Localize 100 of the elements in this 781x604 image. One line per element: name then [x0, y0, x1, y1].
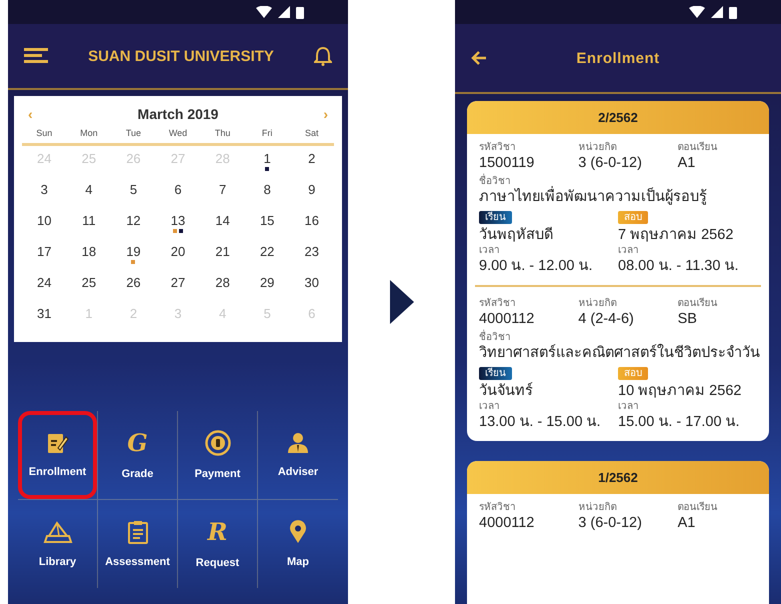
menu-label: Assessment: [105, 556, 170, 568]
calendar-day[interactable]: 23: [304, 243, 319, 260]
clipboard-icon: [128, 520, 148, 544]
calendar-day[interactable]: 21: [215, 243, 230, 260]
field-label: รหัสวิชา: [479, 501, 516, 514]
month-title: Martch 2019: [138, 106, 218, 122]
calendar-day[interactable]: 3: [40, 181, 48, 198]
calendar-day[interactable]: 6: [174, 181, 182, 198]
calendar-day[interactable]: 29: [260, 274, 274, 291]
right-arrow-icon: [390, 280, 414, 324]
calendar-day[interactable]: 28: [215, 274, 230, 291]
field-label: เวลา: [479, 400, 500, 413]
field-value: SB: [678, 310, 697, 328]
letter-icon: R: [208, 519, 228, 545]
calendar-day[interactable]: 7: [218, 181, 226, 198]
menu-label: Grade: [122, 468, 154, 480]
calendar-day[interactable]: 19: [126, 243, 141, 260]
calendar-day[interactable]: 2: [308, 150, 316, 167]
menu-item[interactable]: Adviser: [258, 411, 338, 500]
signal-icon: [278, 6, 290, 18]
field-label: ชื่อวิชา: [479, 331, 511, 344]
calendar-day[interactable]: 4: [85, 181, 92, 198]
calendar-day[interactable]: 31: [37, 305, 52, 322]
weekday-label: Sun: [35, 128, 54, 138]
field-value: 9.00 น. - 12.00 น.: [479, 257, 593, 275]
weekday-label: Fri: [260, 128, 274, 138]
back-arrow-icon: [471, 51, 487, 65]
field-value: 08.00 น. - 11.30 น.: [618, 257, 738, 275]
calendar-day[interactable]: 9: [308, 181, 316, 198]
weekday-label: Sat: [304, 128, 320, 138]
notification-bell-icon: [314, 46, 332, 66]
calendar-day[interactable]: 5: [130, 181, 138, 198]
calendar-day[interactable]: 25: [82, 274, 96, 291]
calendar-day[interactable]: 26: [126, 274, 141, 291]
calendar-day[interactable]: 18: [82, 243, 96, 260]
field-label: เวลา: [479, 244, 500, 257]
battery-icon: [729, 6, 737, 18]
field-label: ตอนเรียน: [678, 501, 718, 514]
term-header: 1/2562: [467, 461, 769, 494]
field-value: 4000112: [479, 310, 534, 328]
field-label: ตอนเรียน: [678, 141, 718, 154]
class-badge: เรียน: [479, 367, 512, 380]
field-value: วันพฤหัสบดี: [479, 226, 553, 244]
field-value: 10 พฤษภาคม 2562: [618, 382, 742, 400]
coin-icon: [204, 430, 230, 456]
menu-item[interactable]: Map: [258, 500, 338, 588]
battery-icon: [296, 6, 304, 18]
calendar-day[interactable]: 17: [37, 243, 52, 260]
calendar-day[interactable]: 13: [170, 212, 186, 229]
calendar-day[interactable]: 24: [37, 274, 52, 291]
letter-icon: G: [127, 430, 148, 456]
calendar-day[interactable]: 16: [304, 212, 319, 229]
field-value: 3 (6-0-12): [578, 154, 642, 172]
field-value: 4000112: [479, 514, 534, 532]
menu-label: Map: [287, 556, 309, 568]
field-label: หน่วยกิต: [578, 141, 616, 154]
screen-title: Enrollment: [576, 50, 660, 66]
field-label: ชื่อวิชา: [479, 175, 511, 188]
document-pencil-icon: [46, 432, 68, 454]
calendar-day[interactable]: 20: [170, 243, 186, 260]
menu-label: Request: [196, 557, 240, 569]
calendar-day[interactable]: 15: [260, 212, 274, 229]
calendar-day[interactable]: 27: [170, 274, 186, 291]
term-header: 2/2562: [467, 101, 769, 134]
field-value: 1500119: [479, 154, 534, 172]
field-value: 13.00 น. - 15.00 น.: [479, 413, 601, 431]
wifi-icon: [256, 6, 272, 18]
menu-item[interactable]: Library: [18, 500, 98, 588]
menu-item[interactable]: Assessment: [98, 500, 178, 588]
calendar-day[interactable]: 14: [215, 212, 230, 229]
field-value: ภาษาไทยเพื่อพัฒนาความเป็นผู้รอบรู้: [479, 188, 707, 206]
field-value: 4 (2-4-6): [578, 310, 634, 328]
calendar-day[interactable]: 10: [37, 212, 52, 229]
field-value: 7 พฤษภาคม 2562: [618, 226, 734, 244]
field-label: หน่วยกิต: [578, 297, 616, 310]
field-label: หน่วยกิต: [578, 501, 616, 514]
menu-item[interactable]: Payment: [178, 411, 258, 500]
calendar-day[interactable]: 1: [264, 150, 271, 167]
calendar-day[interactable]: 30: [304, 274, 319, 291]
signal-icon: [711, 6, 723, 18]
field-value: A1: [678, 514, 696, 532]
field-value: 15.00 น. - 17.00 น.: [618, 413, 740, 431]
menu-label: Payment: [194, 468, 240, 480]
calendar-day[interactable]: 8: [264, 181, 271, 198]
location-pin-icon: [289, 520, 307, 544]
field-label: เวลา: [618, 244, 639, 257]
calendar-day[interactable]: 22: [260, 243, 274, 260]
field-label: เวลา: [618, 400, 639, 413]
field-value: 3 (6-0-12): [578, 514, 642, 532]
calendar-day[interactable]: 11: [82, 212, 96, 229]
menu-item[interactable]: G Grade: [98, 411, 178, 500]
menu-item[interactable]: R Request: [178, 500, 258, 588]
app-title: SUAN DUSIT UNIVERSITY: [88, 48, 274, 64]
menu-item[interactable]: Enrollment: [18, 411, 98, 500]
menu-label: Enrollment: [28, 466, 86, 478]
calendar-day[interactable]: 12: [126, 212, 141, 229]
wifi-icon: [689, 6, 705, 18]
exam-badge: สอบ: [618, 367, 648, 380]
field-value: วันจันทร์: [479, 382, 533, 400]
menu-icon: [24, 48, 48, 64]
